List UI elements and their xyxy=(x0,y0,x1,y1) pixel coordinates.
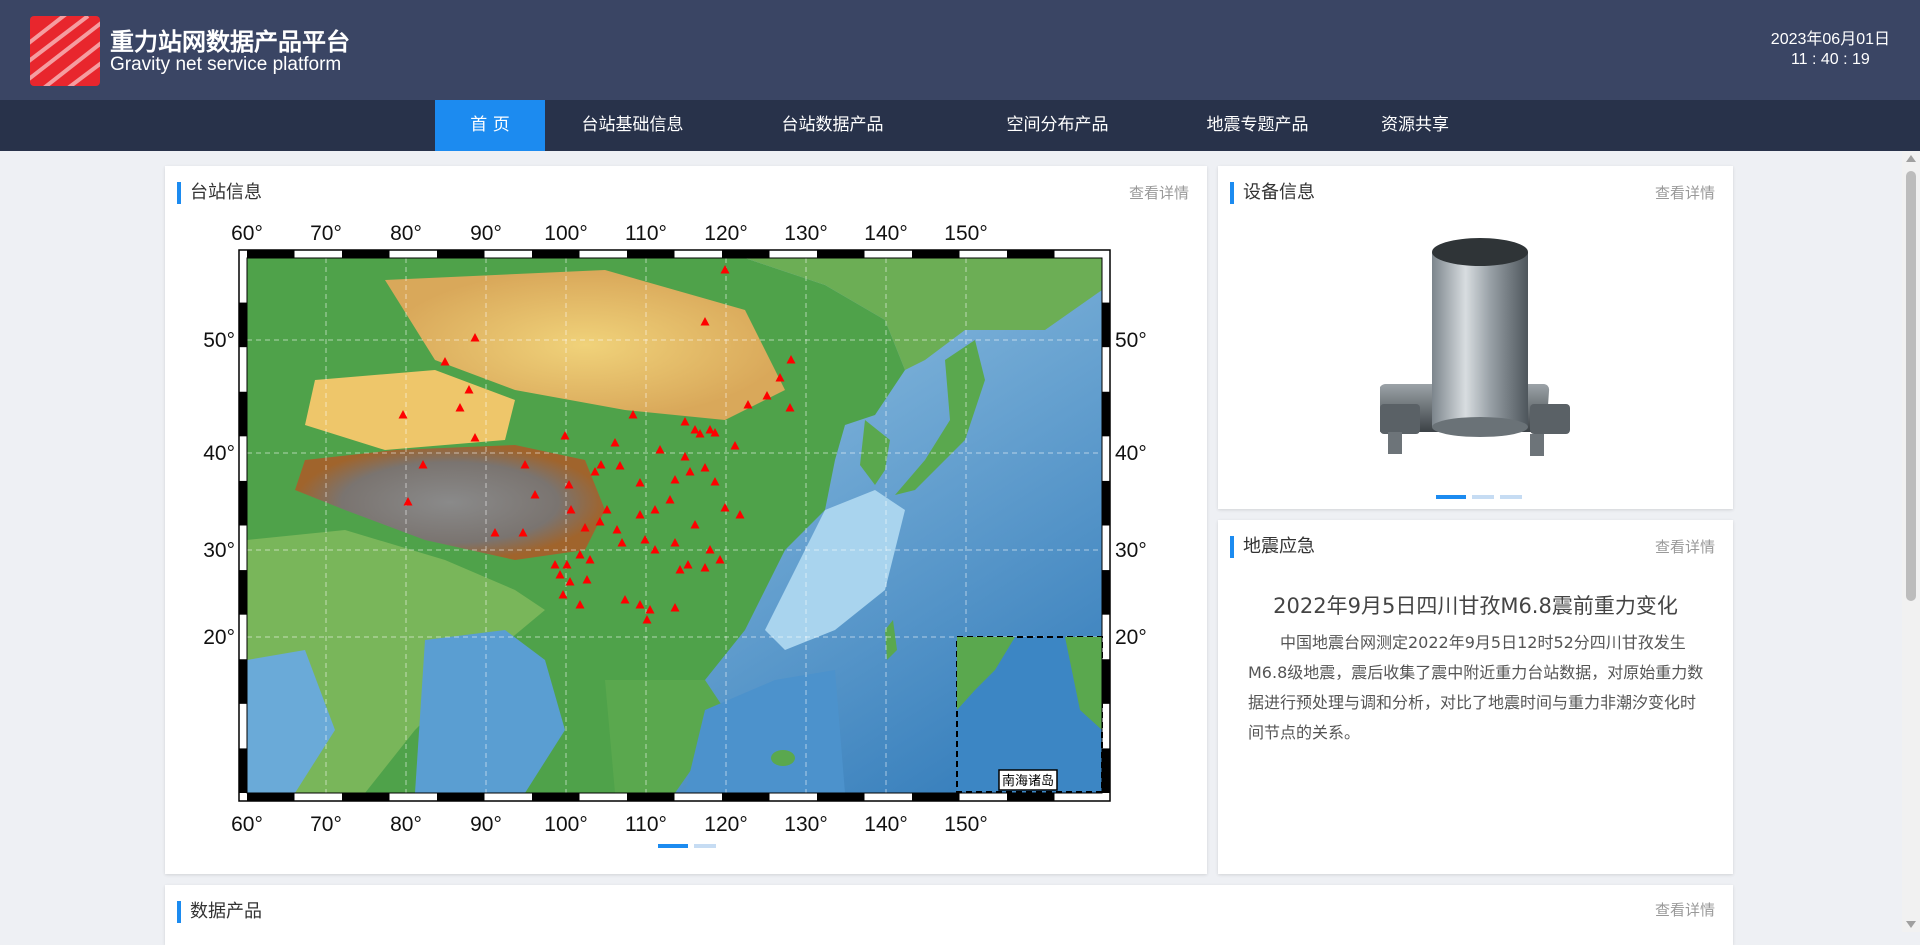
nav-item-home[interactable]: 首 页 xyxy=(435,100,545,151)
logo-icon xyxy=(30,16,100,86)
lon-labels-bottom: 60° 70° 80° 90° 100° 110° 120° 130° 140°… xyxy=(231,813,988,836)
data-products-panel: 数据产品 查看详情 xyxy=(165,885,1733,945)
header-bar: 重力站网数据产品平台 Gravity net service platform … xyxy=(0,0,1920,100)
lat-label: 40° xyxy=(203,442,235,465)
lon-label: 60° xyxy=(231,222,263,245)
quake-headline[interactable]: 2022年9月5日四川甘孜M6.8震前重力变化 xyxy=(1218,590,1733,620)
device-panel-title: 设备信息 xyxy=(1230,182,1315,204)
lon-label: 130° xyxy=(784,813,827,836)
scroll-thumb[interactable] xyxy=(1906,171,1916,601)
carousel-dot[interactable] xyxy=(694,844,716,848)
station-panel-title: 台站信息 xyxy=(177,182,262,204)
lon-label: 90° xyxy=(470,222,502,245)
device-carousel-dots xyxy=(1436,495,1522,499)
lat-label: 30° xyxy=(1115,539,1147,562)
carousel-dot[interactable] xyxy=(1472,495,1494,499)
station-carousel-dots xyxy=(658,844,716,848)
lon-label: 90° xyxy=(470,813,502,836)
lon-label: 70° xyxy=(310,813,342,836)
nav-item-resource-sharing[interactable]: 资源共享 xyxy=(1360,100,1470,151)
clock-time: 11 : 40 : 19 xyxy=(1790,51,1870,68)
data-panel-title: 数据产品 xyxy=(177,901,262,923)
carousel-dot[interactable] xyxy=(1500,495,1522,499)
scroll-up-icon[interactable] xyxy=(1906,155,1916,162)
carousel-dot[interactable] xyxy=(658,844,688,848)
nav-item-station-data[interactable]: 台站数据产品 xyxy=(760,100,905,151)
lat-label: 30° xyxy=(203,539,235,562)
lat-label: 40° xyxy=(1115,442,1147,465)
lon-label: 130° xyxy=(784,222,827,245)
hainan-island xyxy=(771,750,795,766)
lat-labels-right: 50° 40° 30° 20° xyxy=(1115,329,1147,649)
inset-label: 南海诸岛 xyxy=(1002,773,1054,788)
lon-label: 150° xyxy=(944,813,987,836)
lat-label: 50° xyxy=(203,329,235,352)
nav-item-earthquake-products[interactable]: 地震专题产品 xyxy=(1185,100,1330,151)
main-nav: 首 页 台站基础信息 台站数据产品 空间分布产品 地震专题产品 资源共享 xyxy=(0,100,1920,151)
gravimeter-image xyxy=(1380,238,1570,456)
clock: 2023年06月01日 11 : 40 : 19 xyxy=(1771,30,1890,70)
lon-label: 120° xyxy=(704,222,747,245)
station-info-panel: 台站信息 查看详情 南海诸岛 60° 70° 80° 90° 100° 110°… xyxy=(165,166,1207,874)
lat-label: 20° xyxy=(203,626,235,649)
page-scrollbar[interactable] xyxy=(1902,151,1920,932)
quake-more-link[interactable]: 查看详情 xyxy=(1655,536,1715,557)
lon-label: 140° xyxy=(864,222,907,245)
nav-item-station-info[interactable]: 台站基础信息 xyxy=(560,100,705,151)
lat-labels-left: 50° 40° 30° 20° xyxy=(203,329,235,649)
lon-label: 80° xyxy=(390,813,422,836)
quake-description: 中国地震台网测定2022年9月5日12时52分四川甘孜发生M6.8级地震，震后收… xyxy=(1248,633,1704,742)
lon-label: 80° xyxy=(390,222,422,245)
lon-label: 150° xyxy=(944,222,987,245)
lon-label: 70° xyxy=(310,222,342,245)
nav-item-spatial-products[interactable]: 空间分布产品 xyxy=(985,100,1130,151)
lon-label: 120° xyxy=(704,813,747,836)
clock-date: 2023年06月01日 xyxy=(1770,31,1890,48)
station-more-link[interactable]: 查看详情 xyxy=(1129,182,1189,203)
quake-panel-title: 地震应急 xyxy=(1230,536,1315,558)
lon-label: 100° xyxy=(544,222,587,245)
carousel-dot[interactable] xyxy=(1436,495,1466,499)
scroll-down-icon[interactable] xyxy=(1906,921,1916,928)
lon-label: 110° xyxy=(625,813,667,836)
lon-label: 110° xyxy=(625,222,667,245)
earthquake-emergency-panel: 地震应急 查看详情 2022年9月5日四川甘孜M6.8震前重力变化 中国地震台网… xyxy=(1218,520,1733,874)
lon-label: 60° xyxy=(231,813,263,836)
station-map[interactable]: 南海诸岛 60° 70° 80° 90° 100° 110° 120° 130°… xyxy=(185,210,1185,870)
lat-label: 50° xyxy=(1115,329,1147,352)
data-more-link[interactable]: 查看详情 xyxy=(1655,899,1715,920)
lon-labels-top: 60° 70° 80° 90° 100° 110° 120° 130° 140°… xyxy=(231,222,988,245)
device-more-link[interactable]: 查看详情 xyxy=(1655,182,1715,203)
app-subtitle: Gravity net service platform xyxy=(110,54,342,75)
app-title: 重力站网数据产品平台 xyxy=(110,28,350,56)
lon-label: 100° xyxy=(544,813,587,836)
lat-label: 20° xyxy=(1115,626,1147,649)
lon-label: 140° xyxy=(864,813,907,836)
device-info-panel: 设备信息 查看详情 xyxy=(1218,166,1733,509)
